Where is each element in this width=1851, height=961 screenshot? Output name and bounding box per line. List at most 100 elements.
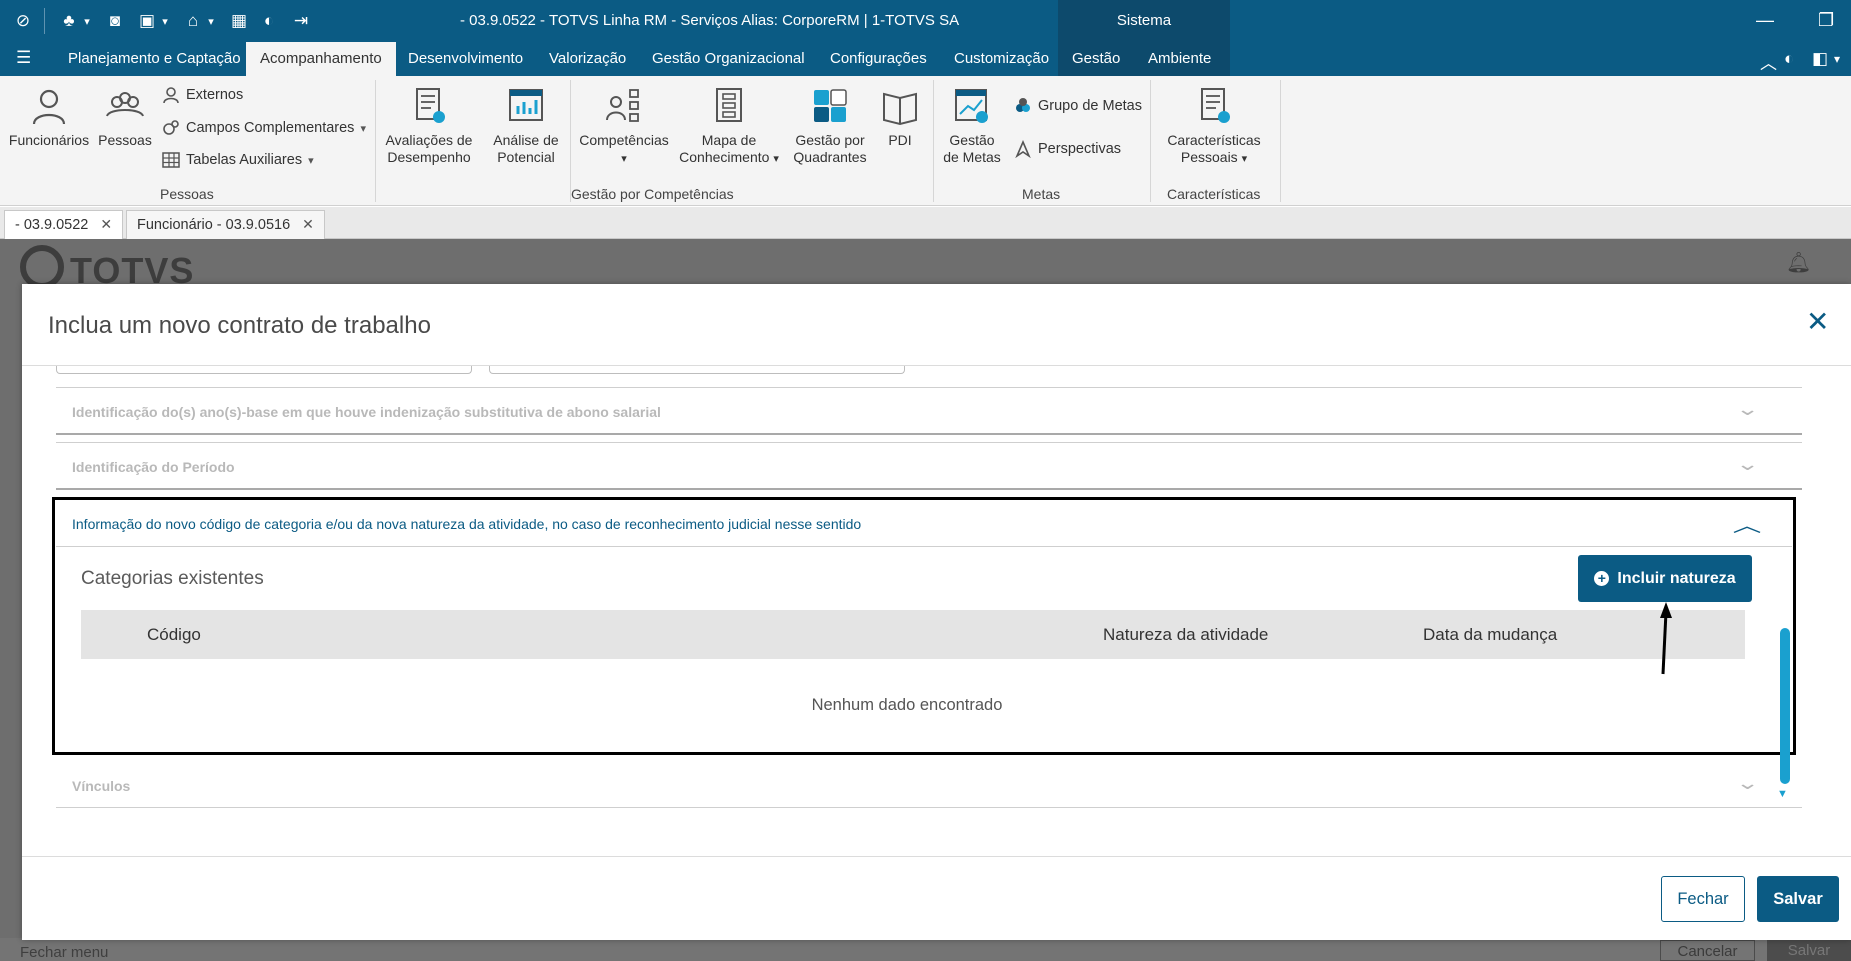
section-header-categoria[interactable]: Informação do novo código de categoria e… bbox=[72, 516, 861, 532]
avaliacoes-desempenho-button[interactable]: Avaliações de Desempenho bbox=[382, 86, 476, 166]
ribbon: Funcionários Pessoas Externos Campos Com… bbox=[0, 76, 1851, 206]
doc-tab-label: - 03.9.0522 bbox=[15, 217, 89, 233]
tabelas-auxiliares-button[interactable]: Tabelas Auxiliares ▾ bbox=[162, 151, 314, 169]
collapse-ribbon-icon[interactable]: ︿ bbox=[1760, 49, 1777, 74]
input-field-partial[interactable] bbox=[489, 366, 905, 374]
avaliacoes-label-2: Desempenho bbox=[387, 149, 471, 165]
divider bbox=[56, 387, 1802, 388]
app-logo-icon[interactable]: ⊘ bbox=[12, 10, 34, 32]
menu-gestao-organizacional[interactable]: Gestão Organizacional bbox=[638, 42, 819, 76]
divider bbox=[56, 488, 1802, 490]
view-icon[interactable]: ◙ bbox=[104, 10, 126, 32]
section-header-vinculos[interactable]: Vínculos bbox=[72, 778, 130, 794]
group-label-metas: Metas bbox=[1022, 186, 1061, 202]
chevron-down-icon[interactable]: ▾ bbox=[1834, 52, 1840, 66]
input-field-partial[interactable] bbox=[56, 366, 472, 374]
fechar-button[interactable]: Fechar bbox=[1661, 876, 1745, 922]
competencias-button[interactable]: Competências ▾ bbox=[576, 86, 672, 168]
sistema-tab[interactable]: Sistema bbox=[1058, 0, 1230, 42]
pdi-button[interactable]: PDI bbox=[878, 86, 922, 149]
caracteristicas-pessoais-button[interactable]: Características Pessoais ▾ bbox=[1160, 86, 1268, 168]
quadrants-icon bbox=[814, 89, 847, 122]
incluir-natureza-button[interactable]: + Incluir natureza bbox=[1578, 555, 1752, 602]
modal-dialog: Inclua um novo contrato de trabalho ✕ Id… bbox=[22, 284, 1851, 940]
pessoas-button[interactable]: Pessoas bbox=[94, 86, 156, 149]
globe-icon[interactable]: ◐ bbox=[1784, 49, 1794, 69]
mapa-label-1: Mapa de bbox=[701, 132, 757, 148]
title-bar: ⊘ ♣ ▾ ◙ ▣ ▾ ⌂ ▾ ▦ ◐ ⇥ - 03.9.0522 - TOTV… bbox=[0, 0, 1851, 42]
menu-gestao[interactable]: Gestão bbox=[1058, 42, 1134, 76]
analise-potencial-button[interactable]: Análise de Potencial bbox=[486, 86, 566, 166]
divider bbox=[56, 546, 1792, 547]
divider bbox=[56, 442, 1802, 443]
gestao-quadrantes-button[interactable]: Gestão por Quadrantes bbox=[786, 86, 874, 166]
divider bbox=[44, 8, 45, 34]
group-icon bbox=[1016, 98, 1030, 112]
mapa-conhecimento-button[interactable]: Mapa de Conhecimento ▾ bbox=[676, 86, 782, 168]
column-header-data[interactable]: Data da mudança bbox=[1423, 625, 1557, 645]
menu-desenvolvimento[interactable]: Desenvolvimento bbox=[394, 42, 537, 76]
chevron-down-icon[interactable]: ▾ bbox=[200, 10, 222, 32]
divider bbox=[933, 80, 934, 202]
menu-valorizacao[interactable]: Valorização bbox=[535, 42, 640, 76]
sidebar-toggle-icon[interactable]: ☰ bbox=[16, 48, 31, 68]
layout-icon[interactable]: ◧ bbox=[1812, 49, 1828, 69]
close-icon[interactable]: ✕ bbox=[302, 216, 314, 232]
menu-bar: ☰ Planejamento e Captação Acompanhamento… bbox=[0, 42, 1851, 76]
modal-title: Inclua um novo contrato de trabalho bbox=[48, 312, 431, 339]
doc-tab-current[interactable]: - 03.9.0522 ✕ bbox=[4, 210, 124, 239]
section-header-abono[interactable]: Identificação do(s) ano(s)-base em que h… bbox=[72, 404, 661, 420]
funcionarios-button[interactable]: Funcionários bbox=[8, 86, 90, 149]
globe-icon[interactable]: ◐ bbox=[258, 10, 280, 32]
window-title: - 03.9.0522 - TOTVS Linha RM - Serviços … bbox=[460, 12, 960, 29]
chevron-down-icon[interactable]: ⌄ bbox=[1735, 773, 1759, 794]
campos-complementares-button[interactable]: Campos Complementares ▾ bbox=[162, 119, 366, 137]
section-header-periodo[interactable]: Identificação do Período bbox=[72, 459, 235, 475]
close-icon[interactable]: ✕ bbox=[100, 216, 112, 232]
chevron-up-icon[interactable]: ︿ bbox=[1733, 512, 1762, 538]
menu-ambiente[interactable]: Ambiente bbox=[1134, 42, 1230, 76]
divider bbox=[56, 807, 1802, 808]
gestao-quad-label-1: Gestão por bbox=[795, 132, 865, 148]
menu-acompanhamento[interactable]: Acompanhamento bbox=[246, 42, 396, 76]
chevron-down-icon[interactable]: ▾ bbox=[154, 10, 176, 32]
menu-planejamento[interactable]: Planejamento e Captação bbox=[54, 42, 255, 76]
calculator-icon[interactable]: ▦ bbox=[228, 10, 250, 32]
externos-label: Externos bbox=[186, 87, 244, 103]
chevron-down-icon: ▾ bbox=[308, 154, 314, 167]
close-icon[interactable]: ✕ bbox=[1806, 308, 1829, 336]
chevron-down-icon[interactable]: ⌄ bbox=[1735, 454, 1759, 475]
avaliacoes-label-1: Avaliações de bbox=[385, 132, 473, 148]
gestao-metas-button[interactable]: Gestão de Metas bbox=[940, 86, 1004, 166]
table-icon bbox=[162, 152, 180, 168]
divider bbox=[22, 856, 1851, 857]
salvar-button[interactable]: Salvar bbox=[1757, 876, 1839, 922]
restore-button[interactable]: ❐ bbox=[1818, 10, 1834, 31]
group-label-pessoas: Pessoas bbox=[160, 186, 214, 202]
menu-configuracoes[interactable]: Configurações bbox=[816, 42, 941, 76]
minimize-button[interactable]: — bbox=[1756, 10, 1774, 31]
chevron-down-icon[interactable]: ⌄ bbox=[1735, 399, 1759, 420]
doc-tab-funcionario[interactable]: Funcionário - 03.9.0516 ✕ bbox=[126, 210, 325, 239]
menu-customizacao[interactable]: Customização bbox=[940, 42, 1063, 76]
scroll-down-icon[interactable]: ▼ bbox=[1777, 788, 1788, 800]
column-header-natureza[interactable]: Natureza da atividade bbox=[1103, 625, 1268, 645]
target-chart-icon bbox=[955, 89, 988, 123]
divider bbox=[56, 433, 1802, 435]
divider bbox=[1150, 80, 1151, 202]
perspectivas-label: Perspectivas bbox=[1038, 141, 1122, 157]
scrollbar-thumb[interactable] bbox=[1780, 628, 1790, 784]
book-icon bbox=[883, 92, 917, 126]
doc-tab-label: Funcionário - 03.9.0516 bbox=[137, 217, 291, 233]
chevron-down-icon: ▾ bbox=[773, 153, 779, 165]
perspectivas-button[interactable]: Perspectivas bbox=[1014, 140, 1121, 158]
chevron-down-icon: ▾ bbox=[621, 153, 627, 165]
externos-button[interactable]: Externos bbox=[162, 86, 243, 104]
column-header-codigo[interactable]: Código bbox=[147, 625, 201, 645]
grupo-metas-button[interactable]: Grupo de Metas bbox=[1014, 97, 1142, 115]
gestao-metas-label-1: Gestão bbox=[949, 132, 995, 148]
chevron-down-icon[interactable]: ▾ bbox=[76, 10, 98, 32]
incluir-natureza-label: Incluir natureza bbox=[1617, 569, 1736, 587]
pdi-label: PDI bbox=[888, 132, 912, 148]
exit-icon[interactable]: ⇥ bbox=[290, 10, 312, 32]
